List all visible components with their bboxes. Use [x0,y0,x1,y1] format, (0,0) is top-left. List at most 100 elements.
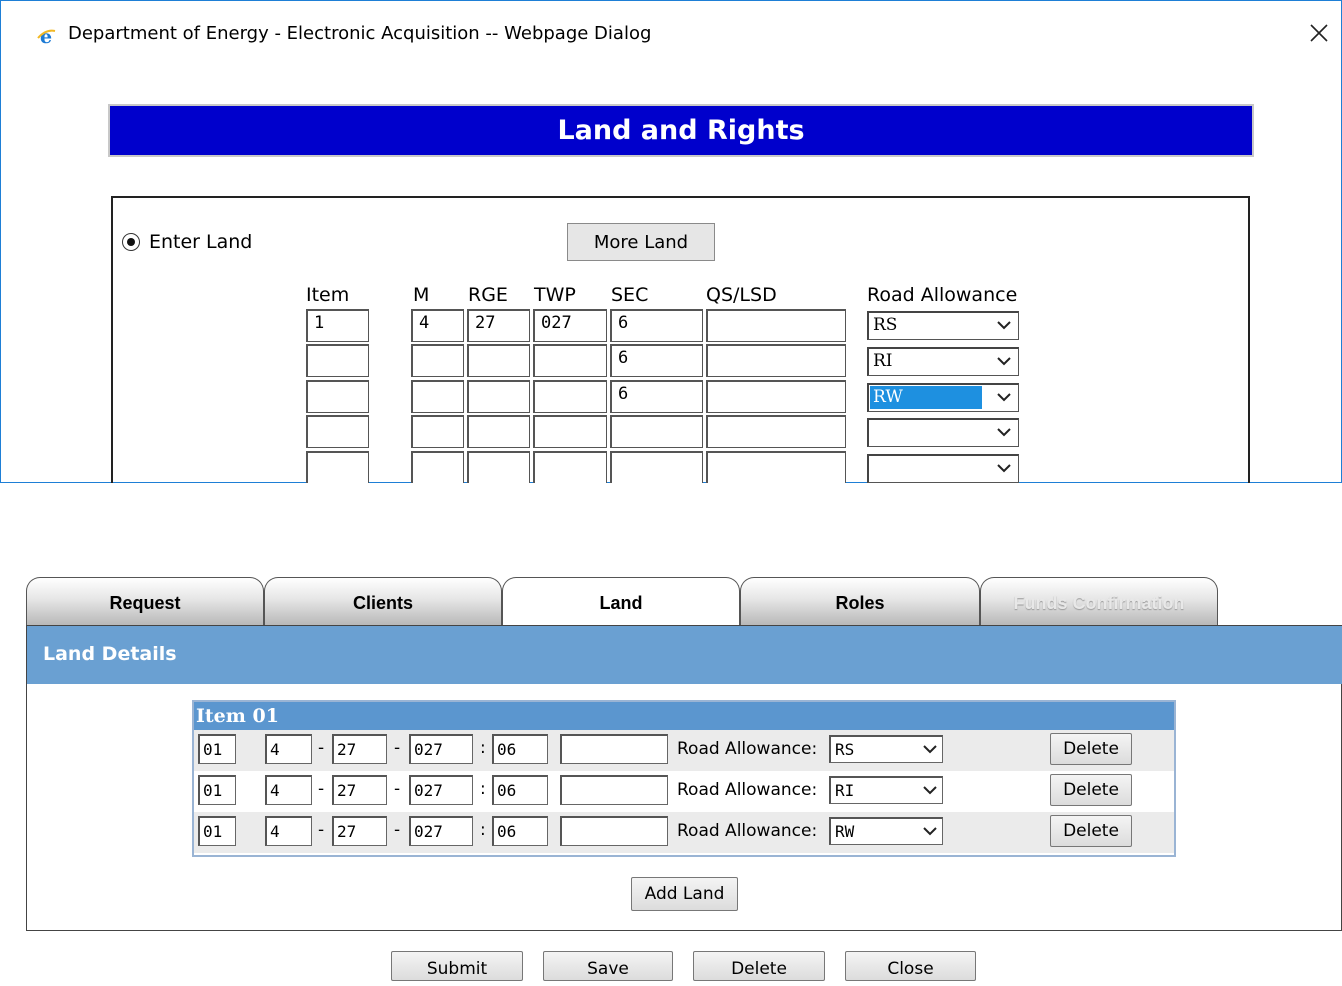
m-input[interactable] [411,344,464,377]
item-field[interactable]: 01 [198,775,236,805]
close-button[interactable]: Close [845,951,976,981]
qs-lsd-input[interactable] [706,380,846,413]
delete-row-button[interactable]: Delete [1050,774,1132,806]
qs-lsd-input[interactable] [706,344,846,377]
more-land-button[interactable]: More Land [567,223,715,261]
road-allowance-select[interactable]: RI [867,347,1019,376]
qs-lsd-field[interactable] [560,734,668,764]
sec-field[interactable]: 06 [492,734,548,764]
m-input[interactable]: 4 [411,309,464,342]
sec-input[interactable]: 6 [610,344,703,377]
tab-roles-label: Roles [835,593,885,613]
twp-input[interactable] [533,380,607,413]
tab-clients[interactable]: Clients [264,577,502,625]
close-icon[interactable] [1307,21,1331,45]
rge-input[interactable] [467,344,530,377]
road-allowance-select[interactable]: RS [867,311,1019,340]
road-allowance-value: RI [835,781,855,800]
separator-colon: : [480,738,486,758]
qs-lsd-input[interactable] [706,451,846,484]
land-and-rights-banner: Land and Rights [108,104,1254,157]
item-input[interactable] [306,344,369,377]
separator-colon: : [480,820,486,840]
dialog-title: Department of Energy - Electronic Acquis… [68,23,652,44]
twp-input[interactable] [533,344,607,377]
m-field[interactable]: 4 [265,816,312,846]
enter-land-label: Enter Land [149,231,253,253]
sec-field[interactable]: 06 [492,816,548,846]
enter-land-radio[interactable] [122,233,140,251]
item-group-header: Item 01 [194,702,1174,730]
chevron-down-icon [997,464,1011,473]
tab-request[interactable]: Request [26,577,264,625]
twp-input[interactable]: 027 [533,309,607,342]
tab-funds-confirmation-label: Funds Confirmation [1013,593,1185,613]
road-allowance-select[interactable] [867,418,1019,447]
item-field[interactable]: 01 [198,734,236,764]
rge-input[interactable] [467,415,530,448]
item-input[interactable]: 1 [306,309,369,342]
rge-field[interactable]: 27 [332,734,387,764]
rge-field[interactable]: 27 [332,816,387,846]
chevron-down-icon [923,827,937,836]
submit-button[interactable]: Submit [391,951,523,981]
enter-land-option[interactable]: Enter Land [122,231,252,253]
twp-input[interactable] [533,415,607,448]
road-allowance-label: Road Allowance: [677,739,818,759]
rge-field[interactable]: 27 [332,775,387,805]
twp-input[interactable] [533,451,607,484]
item-input[interactable] [306,415,369,448]
sec-input[interactable] [610,415,703,448]
m-field[interactable]: 4 [265,734,312,764]
separator-dash: - [394,779,401,799]
delete-row-button[interactable]: Delete [1050,815,1132,847]
road-allowance-select[interactable]: RW [867,383,1019,412]
rge-input[interactable] [467,380,530,413]
road-allowance-select[interactable]: RS [829,735,943,763]
road-allowance-label: Road Allowance: [677,821,818,841]
m-input[interactable] [411,451,464,484]
item-input[interactable] [306,451,369,484]
sec-input[interactable] [610,451,703,484]
m-field[interactable]: 4 [265,775,312,805]
tab-roles[interactable]: Roles [740,577,980,625]
tab-request-label: Request [109,593,181,613]
land-details-header: Land Details [27,626,1342,684]
road-allowance-select[interactable]: RW [829,817,943,845]
separator-dash: - [394,738,401,758]
qs-lsd-field[interactable] [560,775,668,805]
land-details-title: Land Details [43,643,177,665]
road-allowance-label: Road Allowance: [677,780,818,800]
twp-field[interactable]: 027 [409,775,473,805]
chevron-down-icon [997,428,1011,437]
column-header-rge: RGE [468,284,508,306]
column-header-sec: SEC [611,284,649,306]
sec-field[interactable]: 06 [492,775,548,805]
twp-field[interactable]: 027 [409,734,473,764]
road-allowance-select[interactable]: RI [829,776,943,804]
add-land-button[interactable]: Add Land [631,877,738,911]
gap [0,483,1342,577]
column-header-item: Item [306,284,350,306]
sec-input[interactable]: 6 [610,309,703,342]
rge-input[interactable]: 27 [467,309,530,342]
rge-input[interactable] [467,451,530,484]
tab-land[interactable]: Land [502,577,740,627]
qs-lsd-input[interactable] [706,309,846,342]
sec-input[interactable]: 6 [610,380,703,413]
column-header-road-allowance: Road Allowance [867,284,1018,306]
road-allowance-select[interactable] [867,454,1019,483]
m-input[interactable] [411,415,464,448]
column-header-twp: TWP [534,284,576,306]
qs-lsd-input[interactable] [706,415,846,448]
item-field[interactable]: 01 [198,816,236,846]
chevron-down-icon [997,393,1011,402]
twp-field[interactable]: 027 [409,816,473,846]
banner-title: Land and Rights [557,115,805,146]
delete-row-button[interactable]: Delete [1050,733,1132,765]
qs-lsd-field[interactable] [560,816,668,846]
save-button[interactable]: Save [543,951,673,981]
m-input[interactable] [411,380,464,413]
delete-button[interactable]: Delete [693,951,825,981]
item-input[interactable] [306,380,369,413]
